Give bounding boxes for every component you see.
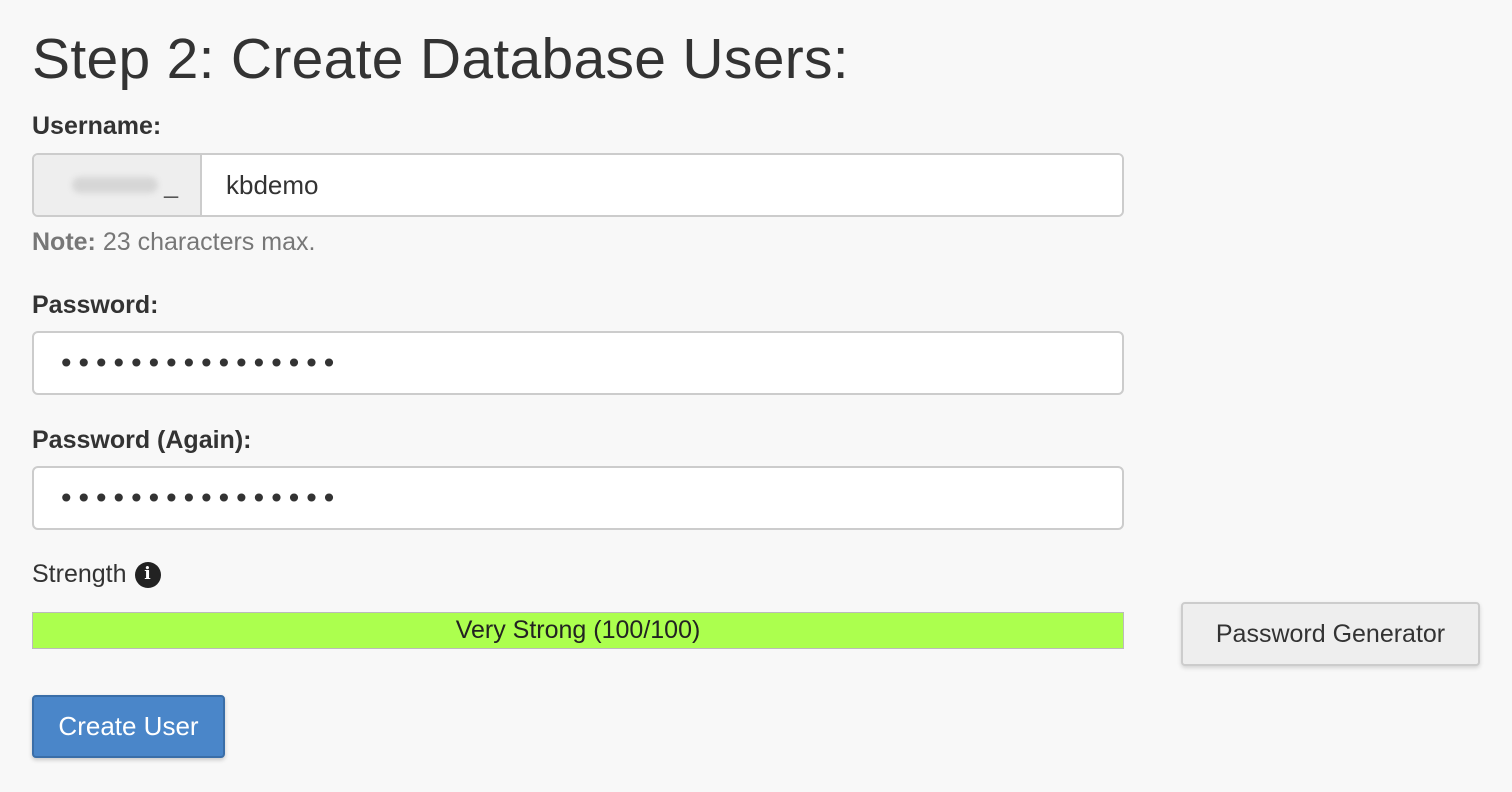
username-input[interactable] (202, 155, 1122, 215)
username-prefix-separator: _ (164, 170, 178, 199)
password-generator-button[interactable]: Password Generator (1181, 602, 1480, 666)
note-text: 23 characters max. (95, 228, 316, 256)
strength-label-row: Strength i (32, 560, 161, 589)
password-label: Password: (32, 291, 159, 319)
password-again-label: Password (Again): (32, 426, 252, 454)
password-again-input[interactable] (32, 466, 1124, 530)
username-note: Note: 23 characters max. (32, 228, 315, 257)
create-user-button[interactable]: Create User (32, 695, 225, 758)
create-database-user-page: Step 2: Create Database Users: Username:… (0, 0, 1512, 792)
username-input-group: _ (32, 153, 1124, 217)
redacted-prefix (72, 177, 159, 193)
strength-label: Strength (32, 560, 127, 588)
info-circle-icon[interactable]: i (134, 561, 161, 588)
password-input[interactable] (32, 331, 1124, 395)
note-label: Note: (32, 228, 96, 256)
page-title: Step 2: Create Database Users: (32, 27, 849, 91)
username-label: Username: (32, 112, 162, 140)
username-prefix: _ (34, 155, 202, 215)
strength-meter-text: Very Strong (100/100) (455, 616, 701, 644)
strength-meter: Very Strong (100/100) (32, 612, 1124, 649)
